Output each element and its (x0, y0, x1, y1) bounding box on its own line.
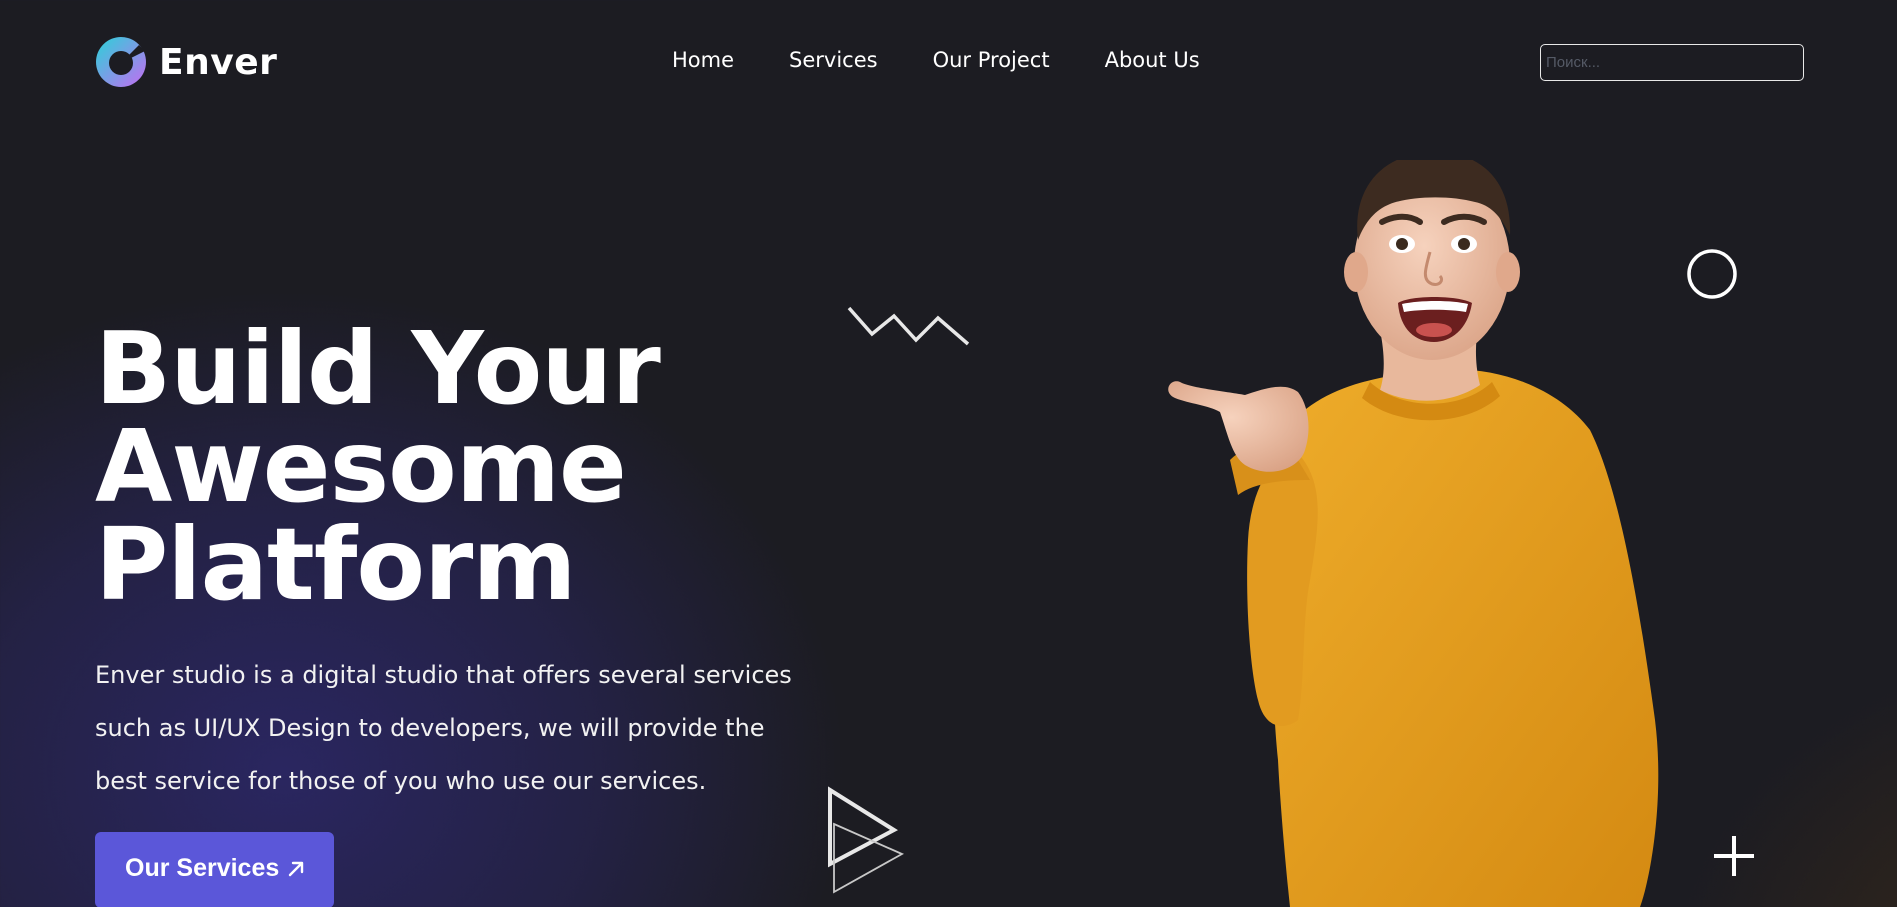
circle-icon (1687, 249, 1737, 299)
site-header: Enver Home Services Our Project About Us (0, 0, 1897, 125)
person-photo (1168, 160, 1659, 907)
zigzag-icon (847, 306, 970, 346)
hero-title: Build Your Awesome Platform (95, 310, 815, 623)
arrow-up-right-icon (289, 861, 304, 877)
our-services-label: Our Services (125, 854, 280, 882)
search-input[interactable] (1540, 44, 1804, 81)
logo-text: Enver (159, 41, 278, 83)
hero-title-line-3: Platform (95, 506, 577, 623)
nav-services[interactable]: Services (789, 48, 878, 72)
plus-icon (1714, 836, 1754, 876)
our-services-button[interactable]: Our Services (95, 832, 334, 907)
main-nav: Home Services Our Project About Us (672, 48, 1200, 72)
nav-about-us[interactable]: About Us (1105, 48, 1200, 72)
logo[interactable]: Enver (95, 36, 277, 88)
hero-title-line-1: Build Your (95, 310, 661, 427)
play-triangle-icon (828, 786, 905, 894)
nav-home[interactable]: Home (672, 48, 734, 72)
hero-description: Enver studio is a digital studio that of… (95, 661, 792, 795)
nav-our-project[interactable]: Our Project (933, 48, 1050, 72)
logo-icon (96, 37, 146, 87)
hero-title-line-2: Awesome (95, 408, 627, 525)
